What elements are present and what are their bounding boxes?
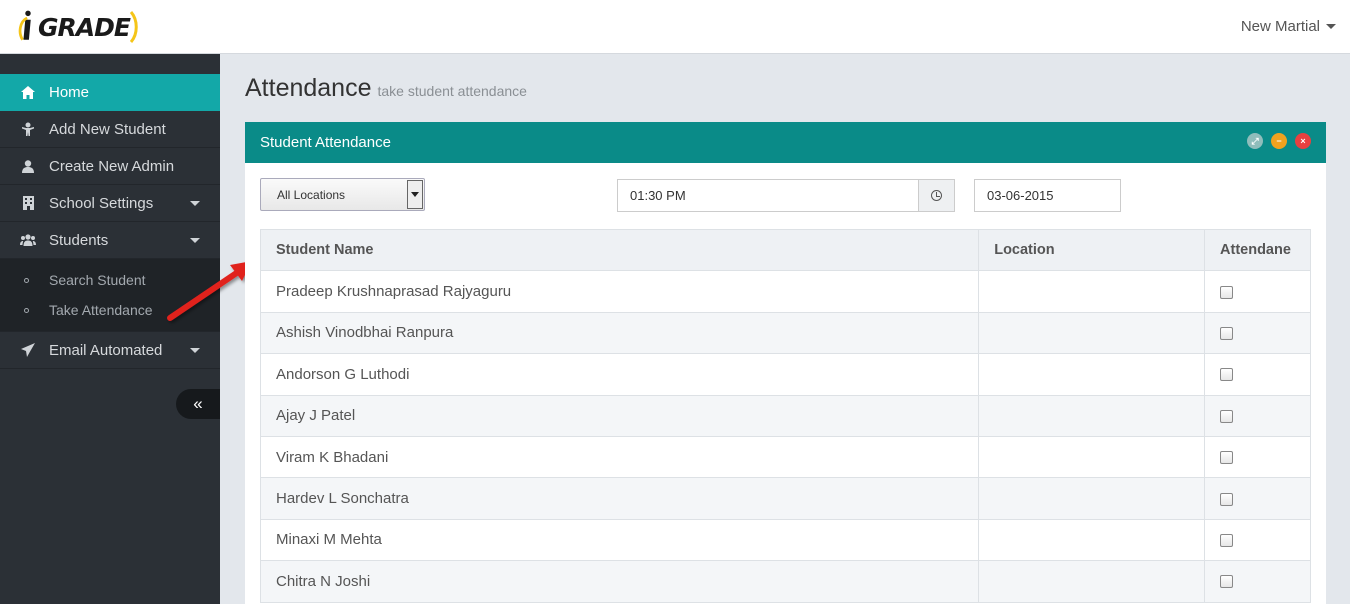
attendance-checkbox[interactable] — [1220, 285, 1234, 299]
table-body: Pradeep Krushnaprasad Rajyaguru Ashish Vi… — [259, 270, 1311, 603]
paper-plane-icon — [20, 342, 36, 358]
column-header-student-name: Student Name — [259, 228, 980, 272]
clock-button[interactable] — [918, 179, 955, 212]
table-row: Ashish Vinodbhai Ranpura — [259, 311, 1311, 355]
date-input[interactable]: 03-06-2015 — [974, 179, 1121, 212]
table-header-row: Student Name Location Attendane — [259, 228, 1311, 272]
clock-icon — [931, 190, 942, 201]
location-cell — [978, 270, 1206, 313]
attendance-cell — [1204, 394, 1311, 437]
user-menu[interactable]: New Martial — [1241, 18, 1336, 35]
student-name-cell: Chitra N Joshi — [259, 560, 980, 603]
bullet-icon — [24, 307, 29, 313]
student-name-cell: Ajay J Patel — [259, 394, 980, 437]
sidebar-item-label: Create New Admin — [49, 157, 175, 175]
page-title: Attendance — [245, 74, 372, 102]
student-name-cell: Viram K Bhadani — [259, 435, 980, 479]
attendance-checkbox[interactable] — [1220, 575, 1234, 589]
attendance-cell — [1204, 311, 1311, 355]
chevron-down-icon — [190, 201, 200, 206]
table-row: Andorson G Luthodi — [259, 353, 1311, 396]
close-icon[interactable]: × — [1295, 133, 1311, 149]
table-row: Hardev L Sonchatra — [259, 477, 1311, 520]
time-input[interactable]: 01:30 PM — [617, 179, 919, 212]
location-cell — [978, 435, 1206, 479]
attendance-cell — [1204, 435, 1311, 479]
student-name-cell: Hardev L Sonchatra — [259, 477, 980, 520]
chevron-down-icon — [190, 238, 200, 243]
sidebar-item-label: Students — [49, 231, 109, 249]
logo[interactable]: GRADE — [18, 6, 138, 48]
sidebar-item-label: Home — [49, 84, 90, 101]
location-cell — [978, 477, 1206, 520]
bullet-icon — [24, 277, 29, 283]
users-icon — [20, 232, 36, 248]
logo-text: GRADE — [38, 12, 131, 42]
table-row: Minaxi M Mehta — [259, 518, 1311, 562]
sidebar-item-school-settings[interactable]: School Settings — [0, 185, 220, 222]
attendance-cell — [1204, 270, 1311, 313]
sidebar-item-create-new-admin[interactable]: Create New Admin — [0, 148, 220, 185]
student-name-cell: Minaxi M Mehta — [259, 518, 980, 562]
column-header-location: Location — [978, 228, 1206, 272]
home-icon — [20, 85, 36, 101]
sidebar-subitem-label: Search Student — [49, 272, 146, 288]
sidebar-item-home[interactable]: Home — [0, 74, 220, 111]
filter-bar: All Locations 01:30 PM 03-06-2015 — [245, 163, 1326, 229]
attendance-cell — [1204, 477, 1311, 520]
student-attendance-panel: Student Attendance ⤢ − × All Locations 0… — [245, 122, 1326, 604]
user-name: New Martial — [1240, 18, 1320, 35]
location-select[interactable]: All Locations — [260, 178, 425, 211]
attendance-cell — [1204, 518, 1311, 562]
attendance-table: Student Name Location Attendane Pradeep … — [259, 228, 1311, 603]
student-name-cell: Andorson G Luthodi — [259, 353, 980, 396]
location-cell — [978, 518, 1206, 562]
panel-header: Student Attendance ⤢ − × — [245, 122, 1326, 163]
sidebar-item-students[interactable]: Students — [0, 222, 220, 259]
attendance-checkbox[interactable] — [1220, 368, 1234, 382]
attendance-checkbox[interactable] — [1220, 409, 1234, 423]
location-select-value: All Locations — [277, 187, 346, 202]
sidebar-item-add-new-student[interactable]: Add New Student — [0, 111, 220, 148]
sidebar-item-email-automated[interactable]: Email Automated — [0, 332, 220, 369]
table-row: Chitra N Joshi — [259, 560, 1311, 603]
attendance-checkbox[interactable] — [1220, 533, 1234, 547]
page-subtitle: take student attendance — [377, 83, 527, 99]
panel-tools: ⤢ − × — [1247, 133, 1311, 149]
building-icon — [20, 195, 36, 211]
attendance-cell — [1204, 353, 1311, 396]
location-cell — [978, 560, 1206, 603]
attendance-checkbox[interactable] — [1220, 451, 1234, 465]
chevron-down-icon — [190, 348, 200, 353]
top-bar: GRADE New Martial — [0, 0, 1350, 54]
page-header: Attendance take student attendance — [245, 74, 527, 103]
table-row: Pradeep Krushnaprasad Rajyaguru — [259, 270, 1311, 313]
attendance-checkbox[interactable] — [1220, 327, 1234, 340]
column-header-attendance: Attendane — [1204, 228, 1311, 272]
location-cell — [978, 353, 1206, 396]
chevron-down-icon — [411, 192, 419, 197]
attendance-checkbox[interactable] — [1220, 492, 1234, 506]
sidebar-subitem-label: Take Attendance — [49, 302, 153, 318]
sidebar-item-label: Email Automated — [49, 341, 163, 359]
sidebar-item-label: School Settings — [49, 194, 154, 212]
expand-icon[interactable]: ⤢ — [1247, 133, 1263, 149]
sidebar-item-label: Add New Student — [49, 120, 166, 138]
student-name-cell: Pradeep Krushnaprasad Rajyaguru — [259, 270, 980, 313]
student-icon — [20, 121, 36, 137]
location-cell — [978, 394, 1206, 437]
location-cell — [978, 311, 1206, 355]
logo-i-icon — [18, 10, 31, 41]
minimize-icon[interactable]: − — [1271, 133, 1287, 149]
student-name-cell: Ashish Vinodbhai Ranpura — [259, 311, 980, 355]
logo-swoosh-icon — [129, 11, 138, 43]
table-row: Ajay J Patel — [259, 394, 1311, 437]
attendance-cell — [1204, 560, 1311, 603]
select-arrow[interactable] — [407, 180, 423, 209]
table-row: Viram K Bhadani — [259, 435, 1311, 479]
user-icon — [20, 158, 36, 174]
chevron-down-icon — [1326, 24, 1336, 29]
sidebar-collapse-button[interactable]: « — [176, 389, 220, 419]
panel-title: Student Attendance — [260, 134, 391, 151]
